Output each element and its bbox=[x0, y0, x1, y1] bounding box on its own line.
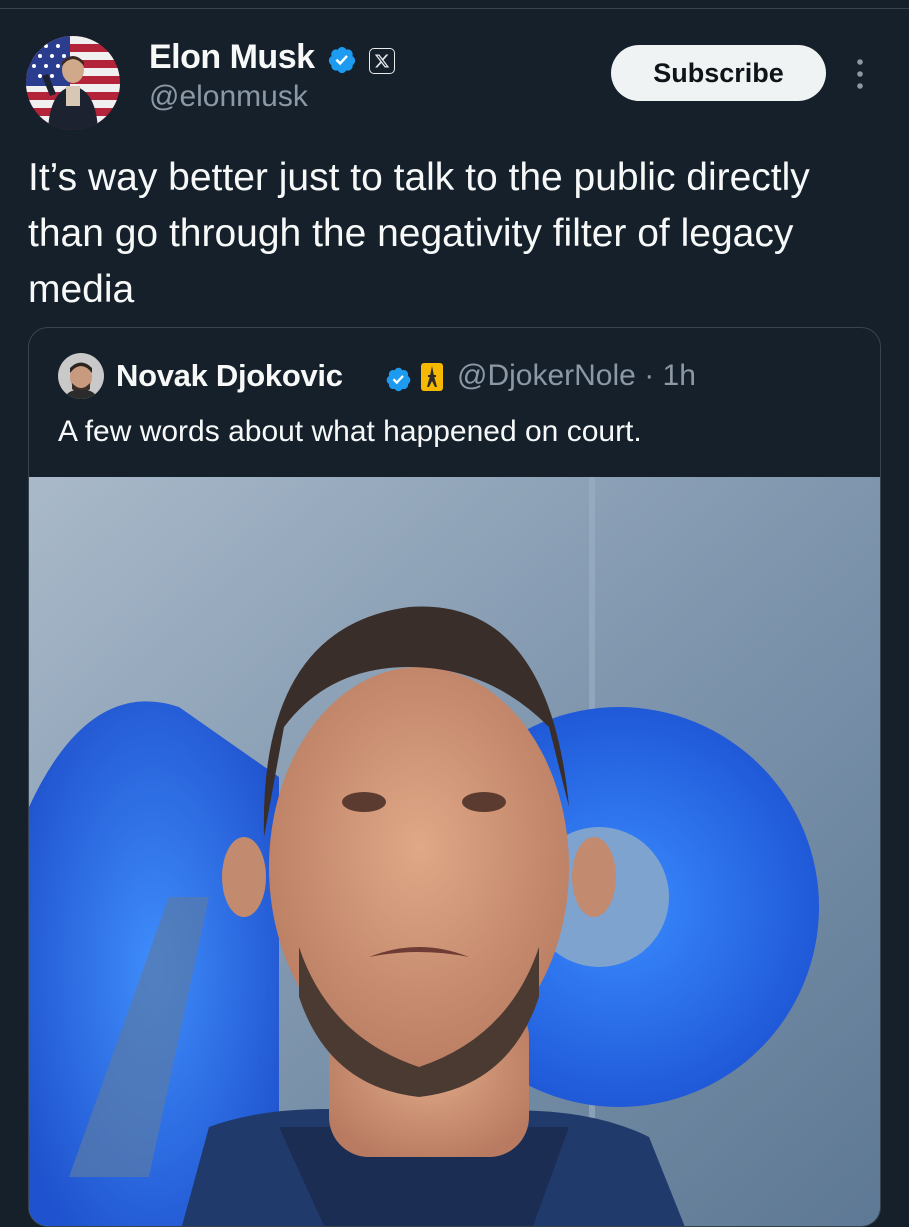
quoted-post-video[interactable] bbox=[29, 477, 880, 1226]
quoted-post-text: A few words about what happened on court… bbox=[58, 415, 642, 448]
x-logo-icon bbox=[369, 48, 395, 74]
subscribe-button[interactable]: Subscribe bbox=[611, 45, 826, 101]
quoted-post-meta: @DjokerNole · 1h bbox=[457, 359, 696, 393]
quoted-author-name[interactable]: Novak Djokovic bbox=[116, 358, 343, 394]
top-divider bbox=[0, 8, 909, 9]
author-avatar[interactable] bbox=[26, 36, 120, 130]
quoted-post-time[interactable]: 1h bbox=[663, 359, 696, 392]
author-name[interactable]: Elon Musk bbox=[149, 38, 315, 77]
meta-separator: · bbox=[644, 359, 655, 392]
quoted-post-card[interactable]: Novak Djokovic @DjokerNole · 1h A few wo… bbox=[28, 327, 881, 1227]
author-handle[interactable]: @elonmusk bbox=[149, 80, 308, 114]
post-text: It’s way better just to talk to the publ… bbox=[28, 156, 810, 311]
more-options-icon[interactable] bbox=[852, 58, 868, 90]
eiffel-tower-emoji-icon bbox=[421, 363, 443, 391]
quoted-author-handle[interactable]: @DjokerNole bbox=[457, 359, 636, 392]
verified-badge-icon bbox=[328, 47, 356, 73]
quoted-author-avatar[interactable] bbox=[58, 353, 104, 399]
verified-badge-icon bbox=[386, 367, 411, 392]
